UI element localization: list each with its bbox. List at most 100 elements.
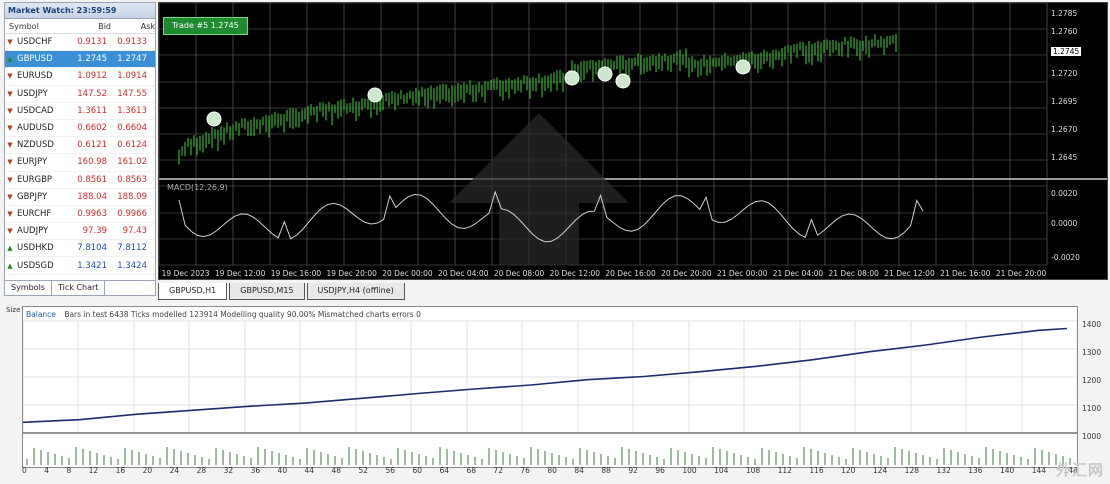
trade-marker-icon [367, 87, 383, 103]
market-watch-row[interactable]: ▲ GBPUSD 1.2745 1.2747 [5, 51, 155, 69]
equity-x-tick: 44 [304, 466, 315, 475]
row-bid: 97.39 [82, 226, 107, 237]
equity-x-tick: 12 [88, 466, 99, 475]
market-watch-row[interactable]: ▼ USDCAD 1.3611 1.3613 [5, 103, 155, 120]
row-ask: 188.09 [117, 191, 147, 202]
row-ask: 1.0914 [117, 71, 147, 82]
row-bid: 1.3421 [77, 260, 107, 271]
tab-chart-1[interactable]: GBPUSD,H1 [158, 283, 228, 300]
equity-tag: Balance [26, 310, 56, 319]
watermark-logo: 外汇网 [1055, 461, 1104, 479]
arrow-up-icon: ▲ [7, 261, 13, 270]
row-bid: 7.8104 [77, 243, 107, 254]
equity-x-tick: 88 [601, 466, 611, 475]
equity-x-tick: 144 [1031, 466, 1047, 475]
tab-chart-2[interactable]: GBPUSD,M15 [229, 283, 305, 300]
market-watch-row[interactable]: ▼ USDCHF 0.9131 0.9133 [5, 34, 155, 52]
market-watch-row[interactable]: ▲ USDHKD 7.8104 7.8112 [5, 240, 155, 258]
equity-x-tick: 112 [777, 466, 792, 475]
arrow-down-icon: ▼ [7, 209, 13, 218]
market-watch-row[interactable]: ▼ AUDJPY 97.39 97.43 [5, 223, 155, 241]
equity-x-tick: 20 [142, 466, 153, 475]
row-bid: 0.9131 [77, 37, 107, 48]
indicator-label: MACD(12,26,9) [167, 183, 228, 192]
market-watch-tabs: Symbols Tick Chart [5, 280, 155, 295]
market-watch-header: Symbol Bid Ask [5, 19, 155, 34]
balance-line [23, 327, 1068, 424]
market-watch-row[interactable]: ▼ GBPJPY 188.04 188.09 [5, 189, 155, 206]
equity-x-tick: 108 [745, 466, 761, 475]
time-tick: 20 Dec 00:00 [382, 269, 433, 278]
price-tick: 0.0000 [1051, 219, 1078, 228]
arrow-down-icon: ▼ [7, 141, 13, 150]
col-symbol[interactable]: Symbol [5, 22, 69, 31]
equity-x-tick: 124 [872, 466, 888, 475]
row-bid: 0.6602 [77, 123, 107, 134]
equity-y-tick: 1400 [1082, 320, 1102, 329]
row-bid: 1.3611 [77, 105, 107, 116]
market-watch-row[interactable]: ▼ EURUSD 1.0912 1.0914 [5, 68, 155, 86]
price-tick: 1.2785 [1051, 9, 1078, 18]
trade-marker-icon [597, 66, 613, 82]
row-bid: 1.2745 [77, 54, 107, 65]
price-tick: 1.2670 [1051, 125, 1078, 134]
price-tick: 1.2695 [1051, 97, 1078, 106]
equity-y-tick: 1200 [1082, 376, 1102, 385]
row-symbol: EURUSD [17, 71, 53, 82]
time-tick: 20 Dec 08:00 [493, 269, 545, 278]
row-symbol: USDJPY [17, 88, 48, 99]
equity-x-tick: 100 [682, 466, 697, 475]
equity-header-text: Bars in test 6438 Ticks modelled 123914 … [64, 310, 421, 319]
market-watch-row[interactable]: ▼ EURGBP 0.8561 0.8563 [5, 172, 155, 189]
tab-tick-chart[interactable]: Tick Chart [52, 281, 106, 295]
equity-x-tick: 80 [547, 466, 557, 475]
row-ask: 0.6604 [117, 123, 147, 134]
time-tick: 21 Dec 20:00 [995, 269, 1047, 278]
market-watch-row[interactable]: ▼ EURJPY 160.98 161.02 [5, 154, 155, 172]
price-tick: 1.2720 [1051, 69, 1078, 78]
arrow-down-icon: ▼ [7, 38, 13, 47]
market-watch-row[interactable]: ▼ NZDUSD 0.6121 0.6124 [5, 137, 155, 155]
row-bid: 0.8561 [77, 174, 107, 185]
equity-x-tick: 76 [520, 466, 530, 475]
price-chart-canvas[interactable] [159, 3, 1107, 279]
arrow-down-icon: ▼ [7, 227, 13, 236]
equity-x-tick: 60 [412, 466, 423, 475]
equity-x-tick: 104 [714, 466, 729, 475]
row-ask: 0.8563 [117, 174, 147, 185]
row-symbol: AUDJPY [17, 226, 49, 237]
price-tick: 1.2760 [1051, 27, 1078, 36]
market-watch-row[interactable]: ▼ EURCHF 0.9963 0.9966 [5, 206, 155, 224]
tab-chart-3[interactable]: USDJPY,H4 (offline) [306, 283, 405, 300]
time-axis: 19 Dec 2023 19 Dec 12:00 19 Dec 16:00 19 De… [159, 267, 1049, 281]
market-watch-row[interactable]: ▲ USDSGD 1.3421 1.3424 [5, 257, 155, 275]
market-watch-row[interactable]: ▼ AUDUSD 0.6602 0.6604 [5, 120, 155, 138]
row-symbol: NZDUSD [17, 140, 54, 151]
time-tick: 19 Dec 2023 [161, 269, 210, 278]
row-ask: 97.43 [122, 226, 147, 237]
row-ask: 0.9133 [117, 37, 147, 48]
equity-x-tick: 4 [44, 466, 49, 475]
time-tick: 21 Dec 12:00 [884, 269, 935, 278]
row-ask: 1.3613 [117, 105, 147, 116]
row-bid: 0.6121 [77, 140, 107, 151]
time-tick: 21 Dec 00:00 [716, 269, 768, 278]
equity-graph-canvas [23, 320, 1077, 465]
equity-x-tick: 136 [968, 466, 983, 475]
market-watch-row[interactable]: ▼ USDJPY 147.52 147.55 [5, 86, 155, 103]
price-chart[interactable]: Trade #5 1.2745 MACD(12,26,9) 19 Dec 202… [158, 2, 1108, 280]
arrow-down-icon: ▼ [7, 192, 13, 201]
equity-x-tick: 92 [628, 466, 638, 475]
tab-symbols[interactable]: Symbols [5, 281, 52, 295]
chart-tabs: GBPUSD,H1 GBPUSD,M15 USDJPY,H4 (offline) [158, 283, 407, 300]
equity-x-tick: 56 [385, 466, 396, 475]
time-tick: 19 Dec 20:00 [326, 269, 377, 278]
equity-y-axis: 1400 1300 1200 1100 1000 [1080, 306, 1108, 441]
row-bid: 0.9963 [77, 208, 107, 219]
equity-x-tick: 28 [196, 466, 207, 475]
col-bid[interactable]: Bid [69, 22, 111, 31]
arrow-up-icon: ▲ [7, 55, 13, 64]
watermark-arrow-icon [449, 113, 629, 265]
time-tick: 21 Dec 08:00 [828, 269, 879, 278]
col-ask[interactable]: Ask [111, 22, 155, 31]
